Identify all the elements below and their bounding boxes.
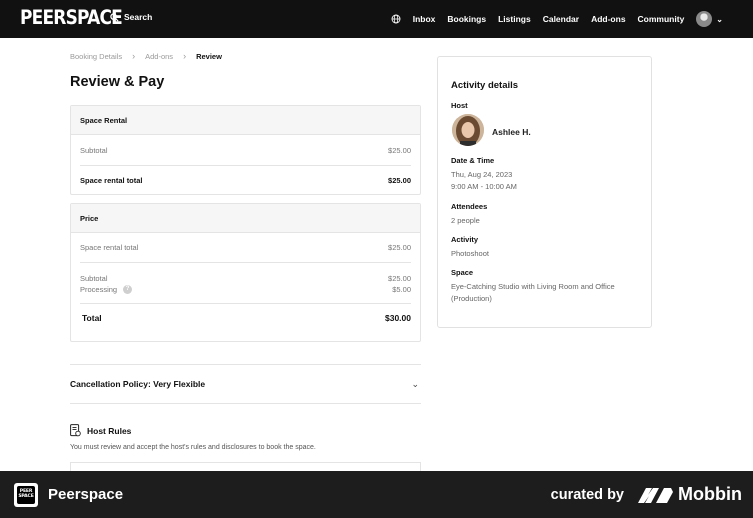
- activity-value: Photoshoot: [451, 249, 489, 258]
- booking-date: Thu, Aug 24, 2023: [451, 170, 513, 179]
- price-card: Price Space rental total $25.00 Subtotal…: [70, 203, 421, 342]
- peerspace-app-icon: PEER SPACE: [14, 483, 38, 507]
- nav-item-bookings[interactable]: Bookings: [447, 14, 486, 24]
- breadcrumb-addons[interactable]: Add-ons: [145, 52, 173, 61]
- host-label: Host: [451, 101, 468, 110]
- price-rental-label: Space rental total: [80, 243, 139, 252]
- cancellation-policy-toggle[interactable]: Cancellation Policy: Very Flexible ⌄: [70, 364, 421, 404]
- activity-label: Activity: [451, 235, 479, 244]
- space-rental-subtotal-row: Subtotal $25.00: [71, 135, 420, 165]
- price-rental-value: $25.00: [388, 243, 411, 252]
- page-title: Review & Pay: [70, 74, 165, 90]
- mobbin-label: Mobbin: [678, 484, 742, 504]
- subtotal-label: Subtotal: [80, 145, 108, 155]
- cancellation-policy-label: Cancellation Policy: Very Flexible: [70, 379, 206, 389]
- nav-item-calendar[interactable]: Calendar: [543, 14, 579, 24]
- nav-item-inbox[interactable]: Inbox: [413, 14, 436, 24]
- nav-item-addons[interactable]: Add-ons: [591, 14, 625, 24]
- total-value: $30.00: [385, 313, 411, 323]
- attendees-label: Attendees: [451, 202, 488, 211]
- price-rental-row: Space rental total $25.00: [71, 233, 420, 262]
- breadcrumb-review: Review: [196, 51, 222, 61]
- search-label: Search: [124, 12, 153, 22]
- activity-details-panel: Activity details Host Ashlee H. Date & T…: [437, 56, 652, 328]
- app-icon-text: PEER SPACE: [17, 486, 35, 504]
- footer-bar: PEER SPACE Peerspace curated by Mobbin: [0, 471, 753, 518]
- search-button[interactable]: Search: [110, 12, 152, 22]
- activity-details-title: Activity details: [451, 80, 519, 91]
- document-icon: [70, 424, 81, 437]
- space-rental-total-label: Space rental total: [80, 176, 143, 185]
- host-photo: [452, 114, 484, 146]
- info-icon[interactable]: ?: [123, 284, 133, 294]
- chevron-down-icon: ⌄: [411, 378, 419, 389]
- attendees-value: 2 people: [451, 216, 480, 225]
- space-value: Eye-Catching Studio with Living Room and…: [451, 282, 615, 303]
- chevron-down-icon[interactable]: ⌄: [716, 15, 723, 24]
- mobbin-logo-icon: [638, 487, 674, 503]
- processing-row: Processing ? $5.00: [71, 284, 420, 294]
- host-rules-heading: Host Rules: [70, 424, 131, 437]
- host-rules-title: Host Rules: [87, 425, 132, 436]
- total-row: Total $30.00: [71, 304, 420, 332]
- space-rental-card: Space Rental Subtotal $25.00 Space renta…: [70, 105, 421, 195]
- curated-by-label: curated by: [550, 487, 624, 503]
- processing-value: $5.00: [392, 284, 411, 294]
- datetime-label: Date & Time: [451, 156, 495, 165]
- processing-label: Processing: [80, 284, 118, 294]
- price-subtotal-label: Subtotal: [80, 273, 108, 283]
- host-avatar[interactable]: [452, 114, 484, 146]
- nav-menu: Inbox Bookings Listings Calendar Add-ons…: [391, 0, 723, 38]
- chevron-right-icon: ›: [132, 51, 136, 61]
- price-subtotal-value: $25.00: [388, 273, 411, 283]
- space-rental-total-value: $25.00: [388, 176, 411, 185]
- space-rental-header: Space Rental: [71, 106, 420, 135]
- chevron-right-icon: ›: [183, 51, 187, 61]
- breadcrumb-booking-details[interactable]: Booking Details: [70, 52, 122, 61]
- host-name[interactable]: Ashlee H.: [492, 127, 531, 137]
- nav-item-community[interactable]: Community: [638, 14, 685, 24]
- price-header: Price: [71, 204, 420, 233]
- booking-time: 9:00 AM - 10:00 AM: [451, 182, 517, 191]
- search-icon: [110, 12, 119, 22]
- nav-item-listings[interactable]: Listings: [498, 14, 531, 24]
- space-rental-total-row: Space rental total $25.00: [71, 166, 420, 195]
- user-avatar[interactable]: [696, 11, 713, 27]
- subtotal-value: $25.00: [388, 145, 411, 155]
- globe-icon[interactable]: [391, 14, 401, 24]
- space-label: Space: [451, 268, 474, 277]
- breadcrumb: Booking Details › Add-ons › Review: [70, 51, 222, 61]
- mobbin-brand: Mobbin: [638, 484, 742, 505]
- top-navbar: PEERSPACE Search Inbox Bookings Listings…: [0, 0, 753, 38]
- peerspace-logo[interactable]: PEERSPACE: [20, 7, 123, 30]
- host-rules-note: You must review and accept the host's ru…: [70, 444, 316, 451]
- total-label: Total: [82, 313, 102, 323]
- footer-app-name: Peerspace: [48, 486, 124, 503]
